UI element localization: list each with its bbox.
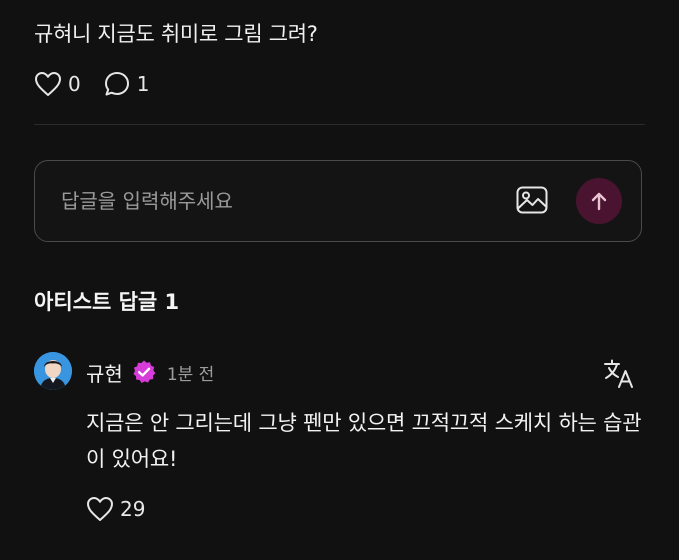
comment-time: 1분 전 [166,364,215,385]
comment-author[interactable]: 규현 [86,358,123,387]
verified-badge-icon [133,360,156,383]
heart-icon [87,497,113,521]
post-text: 규혀니 지금도 취미로 그림 그려? [34,22,318,46]
post-reactions: 0 1 [34,70,171,98]
image-icon [516,186,548,214]
comment-icon [104,72,129,96]
send-button[interactable] [576,178,622,224]
post-comment-button[interactable]: 1 [103,70,150,98]
comment-like-button[interactable]: 29 [86,496,145,522]
post-like-button[interactable]: 0 [34,71,81,97]
comment-like-count: 29 [120,497,146,521]
comment-header: 규현 1분 전 [86,357,214,387]
post-like-count: 0 [68,72,81,96]
translate-button[interactable] [602,356,636,390]
post-comment-count: 1 [136,72,150,96]
avatar[interactable] [34,352,72,390]
reply-input[interactable] [61,183,501,219]
heart-icon [35,72,61,96]
attach-image-button[interactable] [515,183,549,217]
divider [34,124,645,125]
reply-box [34,160,642,242]
arrow-up-icon [591,192,607,211]
avatar-image [34,352,72,390]
translate-icon [604,359,633,388]
artist-replies-title: 아티스트 답글 1 [34,290,180,314]
comment-text: 지금은 안 그리는데 그냥 펜만 있으면 끄적끄적 스케치 하는 습관이 있어요… [86,411,642,471]
